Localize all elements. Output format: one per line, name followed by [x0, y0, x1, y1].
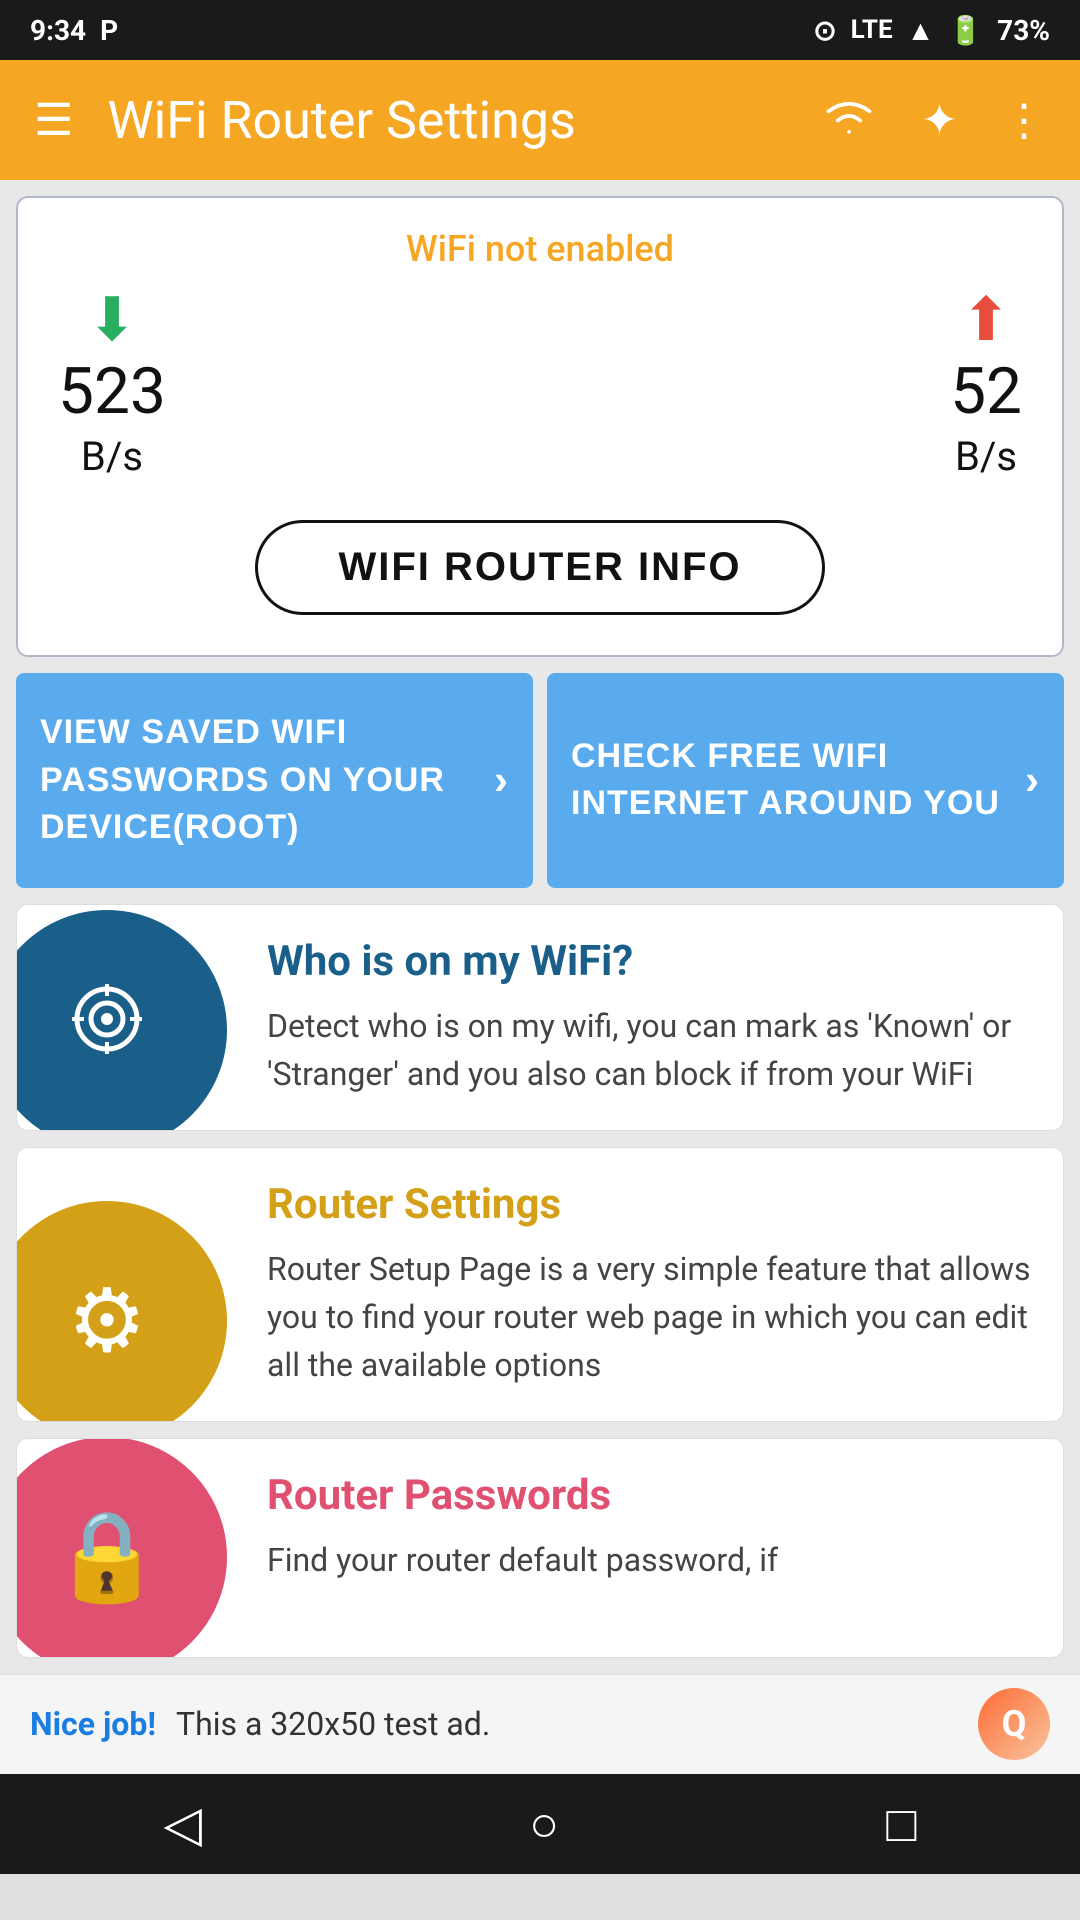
lock-icon: 🔒 [52, 1505, 162, 1608]
status-bar: 9:34 P ⊙ LTE ▲ 🔋 73% [0, 0, 1080, 60]
who-is-on-wifi-title: Who is on my WiFi? [267, 937, 1033, 986]
speed-row: ⬇ 523 B/s ⬆ 52 B/s [58, 290, 1022, 480]
router-settings-desc: Router Setup Page is a very simple featu… [267, 1245, 1033, 1389]
app-title: WiFi Router Settings [107, 90, 787, 151]
parking-icon: P [100, 14, 118, 47]
back-button[interactable]: ◁ [124, 1785, 242, 1863]
download-block: ⬇ 523 B/s [58, 290, 166, 480]
wifi-icon-button[interactable] [817, 89, 881, 152]
feature-card-router-settings[interactable]: ⚙ Router Settings Router Setup Page is a… [16, 1147, 1064, 1422]
router-settings-title: Router Settings [267, 1180, 1033, 1229]
star-icon-button[interactable]: ✦ [917, 91, 962, 150]
check-free-wifi-arrow: › [1025, 751, 1040, 810]
router-passwords-circle: 🔒 [17, 1439, 227, 1657]
upload-unit: B/s [955, 433, 1017, 480]
ad-banner: Nice job! This a 320x50 test ad. Q [0, 1674, 1080, 1774]
wifi-not-enabled-text: WiFi not enabled [58, 228, 1022, 270]
ad-description-text: This a 320x50 test ad. [176, 1705, 958, 1743]
view-saved-wifi-arrow: › [494, 751, 509, 810]
router-settings-icon-block: ⚙ [17, 1148, 237, 1421]
app-bar: ☰ WiFi Router Settings ✦ ⋮ [0, 60, 1080, 180]
router-passwords-content: Router Passwords Find your router defaul… [237, 1439, 1063, 1657]
feature-card-who-is-on-wifi[interactable]: Who is on my WiFi? Detect who is on my w… [16, 904, 1064, 1131]
upload-value: 52 [950, 354, 1022, 429]
view-saved-wifi-button[interactable]: VIEW SAVED WIFI PASSWORDS ON YOUR DEVICE… [16, 673, 533, 888]
status-right: ⊙ LTE ▲ 🔋 73% [813, 14, 1050, 47]
status-left: 9:34 P [30, 14, 118, 47]
wifi-router-info-button[interactable]: WIFI ROUTER INFO [255, 520, 824, 615]
battery-level: 73% [997, 14, 1050, 47]
download-arrow-icon: ⬇ [87, 290, 137, 350]
ad-logo: Q [978, 1688, 1050, 1760]
battery-icon: 🔋 [948, 14, 983, 47]
router-settings-content: Router Settings Router Setup Page is a v… [237, 1148, 1063, 1421]
router-passwords-desc: Find your router default password, if [267, 1536, 1033, 1584]
upload-block: ⬆ 52 B/s [950, 290, 1022, 480]
download-value: 523 [58, 354, 166, 429]
blue-buttons-row: VIEW SAVED WIFI PASSWORDS ON YOUR DEVICE… [16, 673, 1064, 888]
home-button[interactable]: ○ [489, 1785, 599, 1863]
signal-strength-icon: ▲ [907, 14, 935, 47]
recents-button[interactable]: □ [846, 1785, 956, 1863]
lte-icon: LTE [851, 15, 893, 45]
bottom-nav: ◁ ○ □ [0, 1774, 1080, 1874]
who-is-on-wifi-desc: Detect who is on my wifi, you can mark a… [267, 1002, 1033, 1098]
main-content: WiFi not enabled ⬇ 523 B/s ⬆ 52 B/s WIFI… [0, 180, 1080, 1674]
check-free-wifi-label: CHECK FREE WIFI INTERNET AROUND YOU [571, 733, 1015, 828]
router-passwords-icon-block: 🔒 [17, 1439, 237, 1657]
menu-button[interactable]: ☰ [30, 91, 77, 150]
upload-arrow-icon: ⬆ [961, 290, 1011, 350]
more-options-button[interactable]: ⋮ [998, 91, 1050, 150]
who-is-on-wifi-circle [17, 910, 227, 1130]
wifi-status-icon: ⊙ [813, 14, 836, 47]
target-eye-icon [62, 974, 152, 1086]
ad-nice-job-text: Nice job! [30, 1705, 156, 1743]
router-passwords-title: Router Passwords [267, 1471, 1033, 1520]
status-time: 9:34 [30, 14, 86, 47]
speed-card: WiFi not enabled ⬇ 523 B/s ⬆ 52 B/s WIFI… [16, 196, 1064, 657]
view-saved-wifi-label: VIEW SAVED WIFI PASSWORDS ON YOUR DEVICE… [40, 709, 484, 852]
download-unit: B/s [81, 433, 143, 480]
feature-card-router-passwords[interactable]: 🔒 Router Passwords Find your router defa… [16, 1438, 1064, 1658]
router-settings-circle: ⚙ [17, 1201, 227, 1421]
who-is-on-wifi-icon-block [17, 905, 237, 1130]
who-is-on-wifi-content: Who is on my WiFi? Detect who is on my w… [237, 905, 1063, 1130]
check-free-wifi-button[interactable]: CHECK FREE WIFI INTERNET AROUND YOU › [547, 673, 1064, 888]
app-bar-icons: ✦ ⋮ [817, 89, 1050, 152]
gear-icon: ⚙ [68, 1269, 147, 1373]
